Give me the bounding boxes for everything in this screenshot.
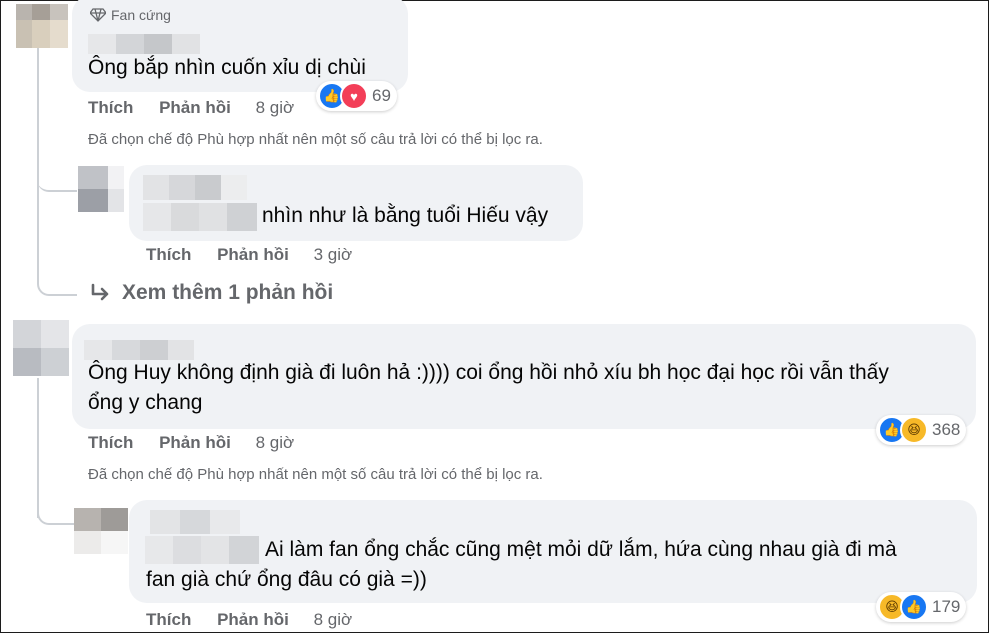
like-button[interactable]: Thích (88, 433, 133, 452)
reply-button[interactable]: Phản hồi (159, 98, 231, 117)
reaction-summary[interactable]: 👍 😆 368 (876, 415, 967, 445)
comment-text-line1: Ông Huy không định già đi luôn hả :)))) … (88, 361, 889, 384)
filter-note: Đã chọn chế độ Phù hợp nhất nên một số c… (88, 131, 543, 148)
commenter-name-blurred[interactable] (150, 510, 240, 534)
like-button[interactable]: Thích (146, 245, 191, 264)
timestamp[interactable]: 3 giờ (314, 245, 353, 264)
avatar[interactable] (78, 166, 124, 212)
like-icon: 👍 (900, 593, 928, 621)
reaction-count: 179 (932, 597, 961, 616)
avatar[interactable] (13, 320, 69, 376)
reply-actions: Thích Phản hồi 3 giờ (146, 245, 352, 265)
blurred-mention[interactable] (143, 203, 257, 231)
thread-curve (37, 495, 75, 525)
like-button[interactable]: Thích (88, 98, 133, 117)
view-more-replies[interactable]: Xem thêm 1 phản hồi (90, 281, 333, 305)
avatar[interactable] (16, 4, 68, 48)
reply-button[interactable]: Phản hồi (217, 610, 289, 629)
diamond-icon (90, 8, 106, 22)
reply-arrow-icon (91, 283, 109, 301)
like-button[interactable]: Thích (146, 610, 191, 629)
reaction-summary[interactable]: 😆 👍 179 (876, 592, 967, 622)
blurred-mention[interactable] (145, 536, 259, 564)
commenter-name-blurred[interactable] (143, 175, 247, 200)
timestamp[interactable]: 8 giờ (314, 610, 353, 629)
timestamp[interactable]: 8 giờ (256, 433, 295, 452)
top-fan-badge: Fan cứng (90, 7, 171, 23)
comment-actions: Thích Phản hồi 8 giờ (88, 433, 294, 453)
reply-button[interactable]: Phản hồi (159, 433, 231, 452)
thread-curve (37, 160, 77, 192)
reply-text: nhìn như là bằng tuổi Hiếu vậy (262, 204, 549, 227)
commenter-name-blurred[interactable] (88, 34, 200, 54)
reply-button[interactable]: Phản hồi (217, 245, 289, 264)
filter-note: Đã chọn chế độ Phù hợp nhất nên một số c… (88, 466, 543, 483)
reply-text-line2: fan già chứ ổng đâu có già =)) (146, 568, 427, 591)
comment-actions: Thích Phản hồi 8 giờ (88, 98, 294, 118)
view-more-label: Xem thêm 1 phản hồi (122, 281, 334, 304)
comment-text: Ông bắp nhìn cuốn xỉu dị chùi (88, 56, 366, 79)
reaction-count: 69 (372, 86, 391, 105)
haha-icon: 😆 (900, 416, 928, 444)
reaction-summary[interactable]: 👍 ♥ 69 (316, 81, 397, 111)
comment-text-line2: ổng y chang (88, 391, 203, 414)
reply-text-line1: Ai làm fan ổng chắc cũng mệt mỏi dữ lắm,… (265, 538, 897, 561)
love-icon: ♥ (340, 82, 368, 110)
timestamp[interactable]: 8 giờ (256, 98, 295, 117)
badge-label: Fan cứng (111, 7, 171, 23)
reaction-count: 368 (932, 420, 961, 439)
avatar[interactable] (74, 508, 128, 554)
commenter-name-blurred[interactable] (84, 340, 194, 360)
reply-actions: Thích Phản hồi 8 giờ (146, 610, 352, 630)
thread-curve (37, 270, 77, 296)
